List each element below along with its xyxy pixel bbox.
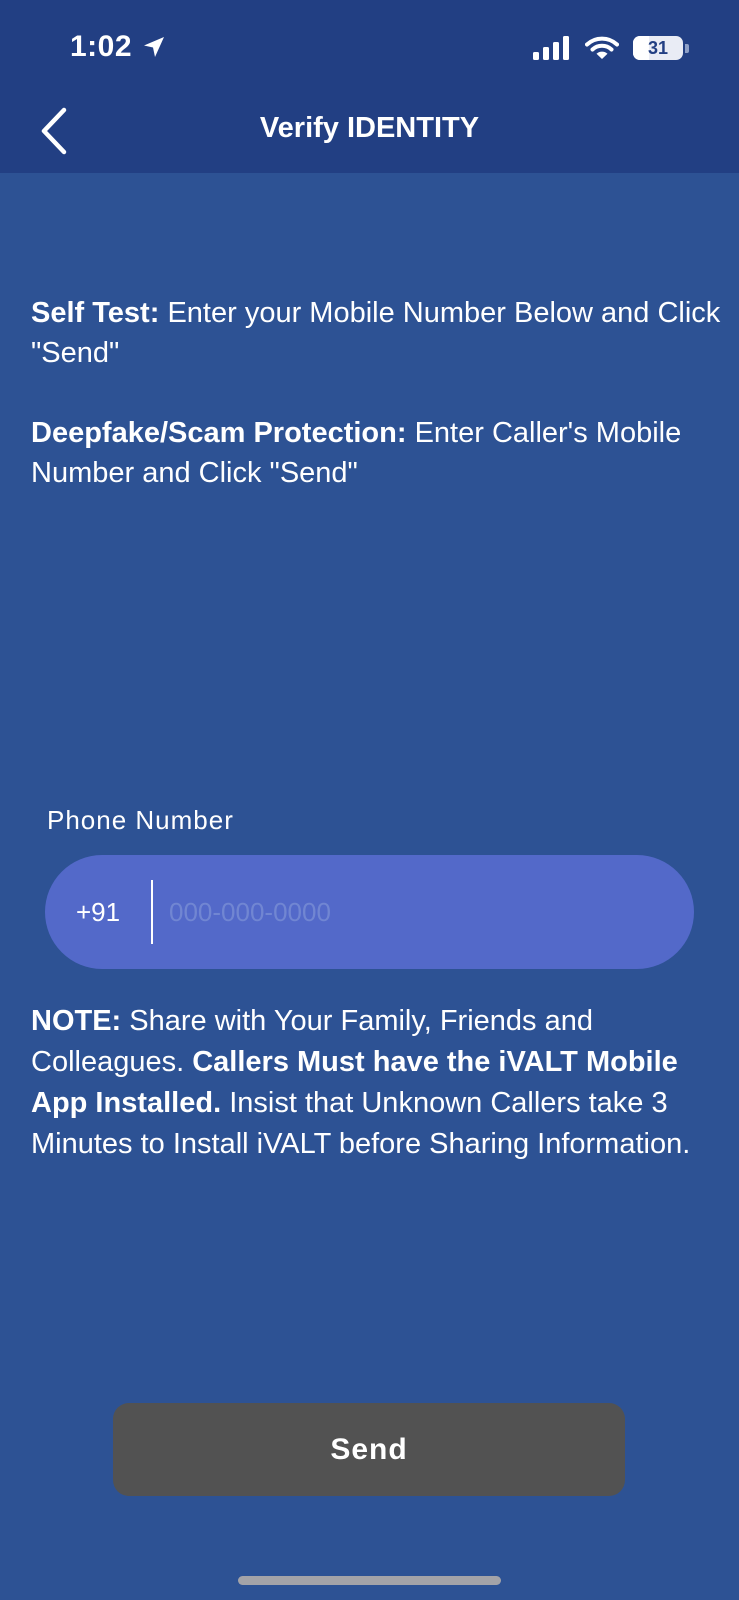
note-label: NOTE:: [31, 1005, 122, 1037]
phone-number-input[interactable]: [153, 881, 694, 943]
battery-fill: [633, 36, 649, 60]
status-time-text: 1:02: [70, 30, 133, 63]
phone-number-label: Phone Number: [47, 805, 234, 835]
deepfake-instruction: Deepfake/Scam Protection: Enter Caller's…: [31, 413, 721, 493]
location-arrow-icon: [144, 37, 165, 57]
status-indicators: 31: [533, 36, 689, 60]
page-title: Verify IDENTITY: [259, 112, 480, 144]
deepfake-label: Deepfake/Scam Protection:: [31, 417, 407, 449]
note-text: NOTE: Share with Your Family, Friends an…: [31, 1001, 726, 1165]
self-test-label: Self Test:: [31, 297, 160, 329]
battery-level: 31: [647, 37, 669, 58]
self-test-instruction: Self Test: Enter your Mobile Number Belo…: [31, 293, 721, 373]
battery-icon: 31: [633, 36, 683, 60]
top-bar: [0, 0, 739, 173]
instructions: Self Test: Enter your Mobile Number Belo…: [31, 293, 721, 533]
send-button[interactable]: Send: [113, 1403, 625, 1496]
status-time: 1:02: [70, 30, 166, 64]
phone-number-field: +91: [45, 855, 694, 969]
battery-tip: [685, 43, 689, 53]
cellular-signal-icon: [533, 36, 569, 60]
home-indicator: [238, 1576, 501, 1585]
country-code-selector[interactable]: +91: [45, 897, 151, 928]
wifi-icon: [585, 36, 619, 59]
